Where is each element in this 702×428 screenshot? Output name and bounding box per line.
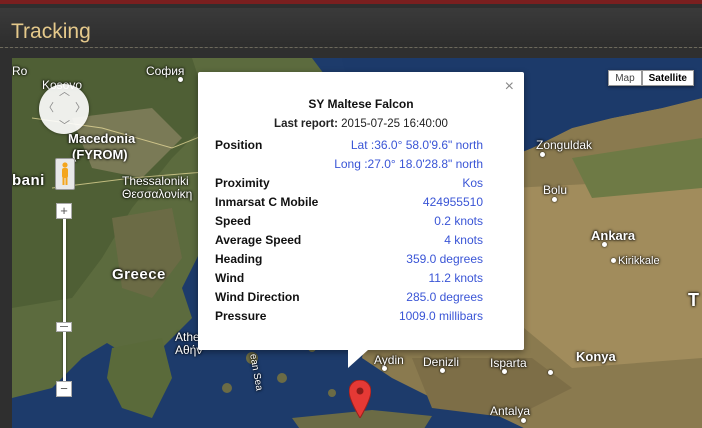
map-label-ankara: Ankara	[591, 228, 636, 243]
city-dot	[540, 152, 545, 157]
map-label-kirikkale: Kirikkale	[618, 255, 660, 267]
map-label-ro: Ro	[12, 64, 28, 78]
map-type-control: Map Satellite	[608, 70, 694, 86]
app-frame: Tracking София Ro Macedonia (FYROM) bani…	[0, 0, 702, 428]
info-value: 11.2 knots	[428, 271, 483, 285]
info-value: Kos	[462, 176, 483, 190]
zoom-in-button[interactable]: +	[56, 203, 72, 219]
map-label-antalya: Antalya	[490, 404, 531, 418]
map-label-athens-en: Athe	[175, 330, 200, 344]
info-key: Average Speed	[215, 233, 302, 247]
city-dot	[611, 258, 616, 263]
city-dot	[548, 370, 553, 375]
info-value: Lat :36.0° 58.0'9.6" north	[350, 138, 483, 152]
map-label-turkey: T	[688, 290, 699, 310]
pan-down-icon[interactable]: ﹀	[59, 121, 70, 132]
info-value: Long :27.0° 18.0'28.8" north	[334, 157, 483, 171]
info-value: 285.0 degrees	[406, 290, 483, 304]
map-label-greece: Greece	[112, 266, 166, 283]
info-row-proximity: Proximity Kos	[215, 176, 483, 193]
info-row-wind: Wind 11.2 knots	[215, 271, 483, 288]
map-type-map-button[interactable]: Map	[608, 70, 642, 86]
pan-control[interactable]: ︿ ﹀ 〈 〉	[39, 84, 89, 134]
info-value: 1009.0 millibars	[398, 309, 483, 323]
city-dot	[382, 366, 387, 371]
map-label-macedonia: Macedonia	[68, 131, 136, 146]
info-key: Heading	[215, 252, 263, 266]
city-dot	[440, 368, 445, 373]
zoom-out-button[interactable]: −	[56, 381, 72, 397]
info-row-heading: Heading 359.0 degrees	[215, 252, 483, 269]
info-key: Proximity	[215, 176, 270, 190]
close-icon[interactable]: ×	[505, 79, 514, 95]
info-key: Position	[215, 138, 263, 152]
map-type-satellite-button[interactable]: Satellite	[641, 70, 694, 86]
map-label-bolu: Bolu	[543, 183, 568, 197]
section-header: Tracking	[0, 8, 702, 48]
info-row-wind-direction: Wind Direction 285.0 degrees	[215, 290, 483, 307]
map-label-zonguldak: Zonguldak	[536, 138, 593, 152]
page-title: Tracking	[11, 20, 91, 43]
vessel-marker-icon[interactable]	[349, 380, 371, 418]
map-label-aydin: Aydin	[374, 353, 404, 367]
info-row-average-speed: Average Speed 4 knots	[215, 233, 483, 250]
pan-up-icon[interactable]: ︿	[59, 87, 70, 98]
info-value: 0.2 knots	[434, 214, 483, 228]
pan-right-icon[interactable]: 〉	[75, 103, 86, 114]
pegman-icon	[62, 162, 68, 185]
map-label-thessaloniki-gr: Θεσσαλονίκη	[122, 187, 193, 201]
city-dot	[178, 77, 183, 82]
info-row-position-long: Long :27.0° 18.0'28.8" north	[215, 157, 483, 174]
info-key: Wind Direction	[215, 290, 300, 304]
info-value: 359.0 degrees	[406, 252, 483, 266]
city-dot	[521, 418, 526, 423]
info-row-speed: Speed 0.2 knots	[215, 214, 483, 231]
map-label-sofia: София	[146, 64, 185, 78]
map-label-denizli: Denizli	[423, 355, 460, 369]
map-label-fyrom: (FYROM)	[72, 147, 128, 162]
info-key: Pressure	[215, 309, 267, 323]
info-window: × SY Maltese Falcon Last report: 2015-07…	[198, 72, 524, 350]
map-view[interactable]: София Ro Kosovo Macedonia (FYROM) bani T…	[12, 58, 702, 428]
city-dot	[502, 369, 507, 374]
zoom-slider-handle[interactable]	[56, 322, 72, 332]
info-value: 4 knots	[444, 233, 483, 247]
last-report: Last report: 2015-07-25 16:40:00	[198, 118, 524, 130]
info-key: Speed	[215, 214, 252, 228]
info-value: 424955510	[422, 195, 483, 209]
info-row-inmarsat: Inmarsat C Mobile 424955510	[215, 195, 483, 212]
info-row-pressure: Pressure 1009.0 millibars	[215, 309, 483, 326]
last-report-value: 2015-07-25 16:40:00	[341, 118, 448, 130]
zoom-slider-track[interactable]	[63, 210, 66, 390]
last-report-label: Last report:	[274, 118, 338, 130]
map-label-konya: Konya	[576, 349, 616, 364]
vessel-name: SY Maltese Falcon	[308, 97, 414, 111]
city-dot	[552, 197, 557, 202]
info-key: Wind	[215, 271, 245, 285]
pan-left-icon[interactable]: 〈	[43, 103, 54, 114]
map-label-albania: bani	[12, 172, 45, 189]
map-label-thessaloniki-en: Thessaloniki	[122, 174, 189, 188]
info-row-position-lat: Position Lat :36.0° 58.0'9.6" north	[215, 138, 483, 155]
info-window-tail	[348, 350, 368, 368]
street-view-pegman[interactable]	[55, 158, 75, 190]
city-dot	[602, 242, 607, 247]
map-label-isparta: Isparta	[490, 356, 527, 370]
info-key: Inmarsat C Mobile	[215, 195, 319, 209]
